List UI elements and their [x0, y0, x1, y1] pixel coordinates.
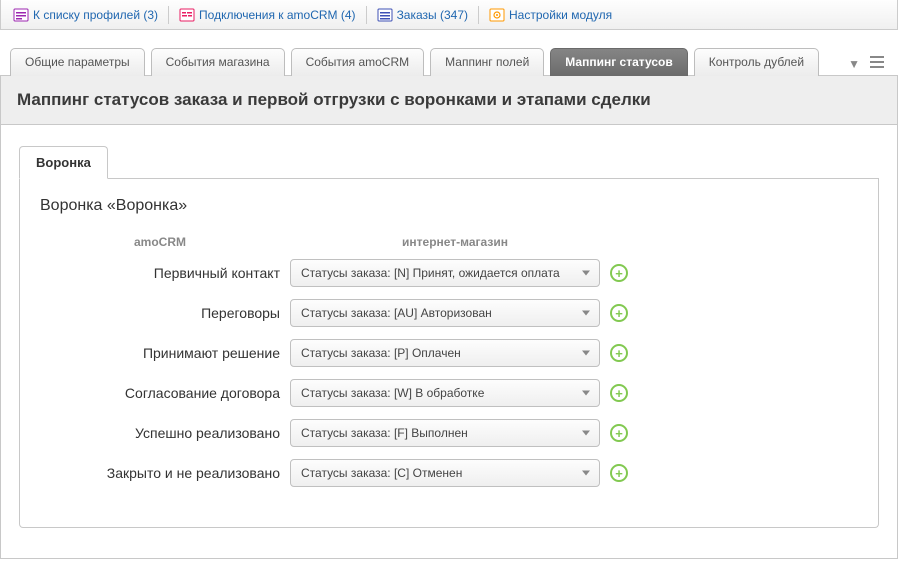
add-status-icon[interactable]: +	[610, 264, 628, 282]
status-select-wrap: Статусы заказа: [P] Оплачен	[290, 339, 600, 367]
add-status-icon[interactable]: +	[610, 384, 628, 402]
inner-tab-row: Воронка	[19, 145, 879, 179]
toolbar-item-settings[interactable]: Настройки модуля	[481, 4, 620, 26]
add-status-icon[interactable]: +	[610, 304, 628, 322]
tab-general[interactable]: Общие параметры	[10, 48, 145, 76]
col-header-shop: интернет-магазин	[280, 235, 630, 249]
status-select-wrap: Статусы заказа: [F] Выполнен	[290, 419, 600, 447]
tab-shop-events[interactable]: События магазина	[151, 48, 285, 76]
stage-label: Переговоры	[40, 305, 280, 321]
tab-row: Общие параметры События магазина События…	[0, 48, 898, 76]
mapping-row: Переговоры Статусы заказа: [AU] Авторизов…	[40, 299, 858, 327]
menu-icon[interactable]	[870, 56, 884, 71]
stage-label: Закрыто и не реализовано	[40, 465, 280, 481]
toolbar-item-label: Заказы (347)	[397, 8, 468, 22]
mapping-header: amoCRM интернет-магазин	[40, 235, 858, 249]
separator	[478, 6, 479, 24]
toolbar-item-connections[interactable]: Подключения к amoCRM (4)	[171, 4, 364, 26]
toolbar-item-label: Настройки модуля	[509, 8, 612, 22]
mapping-row: Первичный контакт Статусы заказа: [N] При…	[40, 259, 858, 287]
mapping-row: Согласование договора Статусы заказа: [W]…	[40, 379, 858, 407]
separator	[168, 6, 169, 24]
tab-status-mapping[interactable]: Маппинг статусов	[550, 48, 687, 76]
stage-label: Согласование договора	[40, 385, 280, 401]
status-select[interactable]: Статусы заказа: [AU] Авторизован	[290, 299, 600, 327]
mapping-row: Закрыто и не реализовано Статусы заказа: …	[40, 459, 858, 487]
status-select[interactable]: Статусы заказа: [W] В обработке	[290, 379, 600, 407]
status-select[interactable]: Статусы заказа: [C] Отменен	[290, 459, 600, 487]
status-select[interactable]: Статусы заказа: [F] Выполнен	[290, 419, 600, 447]
tab-duplicates[interactable]: Контроль дублей	[694, 48, 819, 76]
tab-amocrm-events[interactable]: События amoCRM	[291, 48, 425, 76]
add-status-icon[interactable]: +	[610, 344, 628, 362]
settings-icon	[489, 7, 505, 23]
orders-icon	[377, 7, 393, 23]
tab-field-mapping[interactable]: Маппинг полей	[430, 48, 544, 76]
add-status-icon[interactable]: +	[610, 424, 628, 442]
toolbar-item-orders[interactable]: Заказы (347)	[369, 4, 476, 26]
stage-label: Первичный контакт	[40, 265, 280, 281]
toolbar-item-label: Подключения к amoCRM (4)	[199, 8, 356, 22]
add-status-icon[interactable]: +	[610, 464, 628, 482]
status-select-wrap: Статусы заказа: [C] Отменен	[290, 459, 600, 487]
stage-label: Успешно реализовано	[40, 425, 280, 441]
funnel-title: Воронка «Воронка»	[40, 197, 858, 215]
page-title: Маппинг статусов заказа и первой отгрузк…	[17, 90, 881, 110]
top-toolbar: К списку профилей (3) Подключения к amoC…	[0, 0, 898, 30]
plug-icon	[179, 7, 195, 23]
status-select-wrap: Статусы заказа: [AU] Авторизован	[290, 299, 600, 327]
chevron-down-icon[interactable]: ▼	[848, 57, 860, 71]
header-bar: Маппинг статусов заказа и первой отгрузк…	[0, 75, 898, 125]
mapping-row: Принимают решение Статусы заказа: [P] Опл…	[40, 339, 858, 367]
inner-tab-funnel[interactable]: Воронка	[19, 146, 108, 179]
toolbar-item-label: К списку профилей (3)	[33, 8, 158, 22]
status-select[interactable]: Статусы заказа: [N] Принят, ожидается оп…	[290, 259, 600, 287]
status-select-wrap: Статусы заказа: [W] В обработке	[290, 379, 600, 407]
separator	[366, 6, 367, 24]
mapping-row: Успешно реализовано Статусы заказа: [F] В…	[40, 419, 858, 447]
panel-body: Воронка Воронка «Воронка» amoCRM интерне…	[0, 125, 898, 559]
list-icon	[13, 7, 29, 23]
status-select[interactable]: Статусы заказа: [P] Оплачен	[290, 339, 600, 367]
status-select-wrap: Статусы заказа: [N] Принят, ожидается оп…	[290, 259, 600, 287]
funnel-content: Воронка «Воронка» amoCRM интернет-магази…	[19, 179, 879, 528]
col-header-amocrm: amoCRM	[40, 235, 280, 249]
stage-label: Принимают решение	[40, 345, 280, 361]
toolbar-item-profiles[interactable]: К списку профилей (3)	[5, 4, 166, 26]
